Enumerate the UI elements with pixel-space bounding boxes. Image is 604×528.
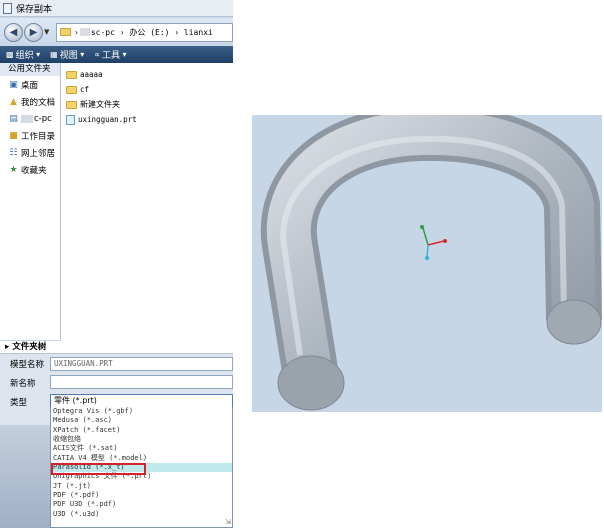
- type-option[interactable]: Medusa (*.asc): [51, 416, 232, 425]
- sidebar-item-favorites[interactable]: ★ 收藏夹: [0, 161, 60, 178]
- save-copy-dialog: 保存副本 ◀ ▶ ▼ › sc-pc › 办公 (E:) › lianxi ▩ …: [0, 0, 233, 528]
- file-list: aaaaa cf 新建文件夹 uxingguan.prt: [61, 63, 233, 353]
- sidebar-item-label: 网上邻居: [21, 148, 56, 159]
- chevron-down-icon: ▾: [77, 50, 85, 59]
- dialog-title: 保存副本: [16, 4, 53, 15]
- highlight-box: [51, 463, 146, 475]
- type-option[interactable]: U3D (*.u3d): [51, 510, 232, 519]
- sidebar-item-label: 桌面: [21, 80, 39, 91]
- type-select[interactable]: 零件 (*.prt): [50, 394, 233, 408]
- forward-icon[interactable]: ▶: [24, 22, 43, 42]
- model-viewport[interactable]: [252, 115, 602, 412]
- sidebar-item-label: 工作目录: [21, 131, 56, 142]
- new-name-label: 新名称: [10, 379, 36, 389]
- dialog-titlebar: 保存副本: [0, 0, 233, 17]
- sidebar-item-working-dir[interactable]: ■ 工作目录: [0, 127, 60, 144]
- view-icon: ▦: [50, 50, 58, 59]
- documents-icon: ▲: [10, 96, 17, 107]
- sidebar-header: 公用文件夹: [0, 63, 60, 76]
- tools-icon: ∝: [94, 50, 100, 59]
- organize-icon: ▩: [6, 50, 14, 59]
- path-separator: ›: [74, 27, 79, 37]
- axis-y-line: [422, 227, 429, 246]
- network-icon: ☷: [9, 147, 18, 158]
- axis-x-tip: [443, 239, 447, 243]
- folder-icon: [60, 28, 71, 36]
- chevron-down-icon: ▾: [120, 50, 127, 59]
- file-name: uxingguan.prt: [78, 115, 137, 124]
- type-option[interactable]: PDF U3D (*.pdf): [51, 500, 232, 509]
- axis-y-tip: [420, 225, 424, 229]
- address-bar: ◀ ▶ ▼ › sc-pc › 办公 (E:) › lianxi: [0, 18, 233, 46]
- model-name-label: 模型名称: [10, 360, 45, 370]
- path-separator: ›: [169, 27, 184, 37]
- new-name-input[interactable]: [50, 375, 233, 389]
- list-item[interactable]: 新建文件夹: [61, 97, 233, 112]
- favorites-icon: ★: [9, 164, 18, 175]
- back-icon[interactable]: ◀: [4, 22, 23, 42]
- type-option[interactable]: PDF (*.pdf): [51, 491, 232, 500]
- redacted-block: [21, 114, 33, 123]
- file-name: cf: [80, 85, 90, 94]
- sidebar-item-documents[interactable]: ▲ 我的文档: [0, 93, 60, 110]
- view-menu[interactable]: ▦ 视图 ▾: [50, 48, 86, 61]
- type-option[interactable]: Optegra Vis (*.gbf): [51, 407, 232, 416]
- resize-grip-icon[interactable]: ⇲: [225, 518, 231, 526]
- history-dropdown-icon[interactable]: ▼: [44, 28, 52, 36]
- axis-z-tip: [424, 255, 430, 261]
- navigation-sidebar: 公用文件夹 ▣ 桌面 ▲ 我的文档 ▤ c-pc ■ 工作目录 ☷ 网上邻居 ★…: [0, 63, 61, 353]
- folder-tree-label: 文件夹树: [12, 342, 47, 352]
- type-option[interactable]: JT (*.jt): [51, 482, 232, 491]
- path-drive[interactable]: 办公 (E:): [129, 27, 169, 38]
- folder-tree-toggle[interactable]: ▸ 文件夹树: [0, 341, 61, 353]
- path-separator: ›: [114, 27, 130, 37]
- app-icon: [3, 2, 12, 14]
- part-file-icon: [66, 114, 75, 125]
- dialog-lower-panel: [0, 425, 50, 528]
- sidebar-item-network[interactable]: ☷ 网上邻居: [0, 144, 60, 161]
- folder-icon: [66, 100, 77, 109]
- sidebar-item-computer[interactable]: ▤ c-pc: [0, 110, 60, 127]
- axis-x-line: [427, 240, 445, 246]
- view-label: 视图: [59, 51, 78, 61]
- organize-menu[interactable]: ▩ 组织 ▾: [6, 48, 42, 61]
- type-dropdown-list[interactable]: Optegra Vis (*.gbf) Medusa (*.asc) XPatc…: [50, 407, 233, 528]
- redacted-block: [79, 28, 90, 36]
- chevron-down-icon: ▾: [33, 50, 41, 59]
- path-computer[interactable]: sc-pc: [91, 28, 115, 37]
- model-name-field: UXINGGUAN.PRT: [50, 357, 233, 371]
- sidebar-item-label: 我的文档: [21, 97, 56, 108]
- sidebar-item-desktop[interactable]: ▣ 桌面: [0, 76, 60, 93]
- type-label: 类型: [10, 398, 28, 408]
- type-option[interactable]: ACIS文件 (*.sat): [51, 444, 232, 453]
- organize-label: 组织: [15, 51, 34, 61]
- desktop-icon: ▣: [9, 79, 18, 90]
- folder-icon: [66, 70, 77, 79]
- dialog-toolbar: ▩ 组织 ▾ ▦ 视图 ▾ ∝ 工具 ▾: [0, 46, 233, 63]
- sidebar-item-label: c-pc: [34, 113, 52, 124]
- axis-z-line: [426, 244, 429, 258]
- working-dir-icon: ■: [9, 130, 18, 141]
- path-field[interactable]: › sc-pc › 办公 (E:) › lianxi: [56, 22, 233, 42]
- list-item[interactable]: uxingguan.prt: [61, 112, 233, 127]
- tools-label: 工具: [102, 51, 121, 61]
- list-item[interactable]: aaaaa: [61, 67, 233, 82]
- computer-icon: ▤: [9, 113, 18, 124]
- file-name: 新建文件夹: [80, 100, 120, 109]
- path-folder[interactable]: lianxi: [184, 28, 213, 37]
- tube-end-cap-left: [277, 355, 345, 411]
- tools-menu[interactable]: ∝ 工具 ▾: [94, 48, 128, 61]
- type-option[interactable]: 收缩包络: [51, 435, 232, 444]
- sidebar-item-label: 收藏夹: [21, 165, 47, 176]
- folder-icon: [66, 85, 77, 94]
- type-option[interactable]: XPatch (*.facet): [51, 426, 232, 435]
- u-tube-model: [260, 115, 602, 411]
- type-option[interactable]: CATIA V4 模型 (*.model): [51, 454, 232, 463]
- list-item[interactable]: cf: [61, 82, 233, 97]
- tube-end-cap-right: [546, 299, 602, 345]
- file-name: aaaaa: [80, 70, 103, 79]
